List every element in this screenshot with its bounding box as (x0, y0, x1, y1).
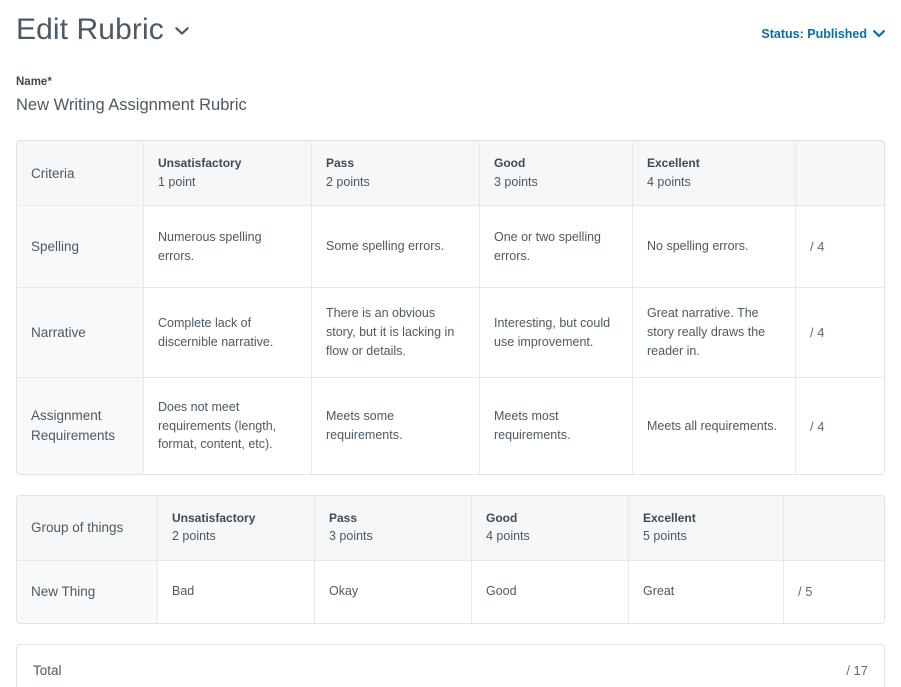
table-row: New Thing Bad Okay Good Great / 5 (17, 560, 884, 623)
criterion-label[interactable]: Spelling (17, 206, 144, 288)
rating-description[interactable]: One or two spelling errors. (480, 206, 633, 288)
criterion-label[interactable]: Narrative (17, 288, 144, 378)
header-rating-3: Good 4 points (472, 496, 629, 561)
rating-points: 3 points (494, 174, 538, 189)
header-rating-3: Good 3 points (480, 141, 633, 206)
table-row: Spelling Numerous spelling errors. Some … (17, 206, 884, 288)
rating-points: 4 points (647, 174, 691, 189)
row-score: / 4 (796, 288, 884, 378)
rating-points: 2 points (172, 529, 216, 544)
rubric-tables: Criteria Unsatisfactory 1 point Pass 2 p… (0, 118, 901, 687)
rating-description[interactable]: Bad (158, 560, 315, 623)
rating-description[interactable]: There is an obvious story, but it is lac… (312, 288, 480, 378)
rating-description[interactable]: Interesting, but could use improvement. (480, 288, 633, 378)
header-score (796, 141, 884, 206)
rating-description[interactable]: Numerous spelling errors. (144, 206, 312, 288)
rating-description[interactable]: Some spelling errors. (312, 206, 480, 288)
header-rating-1: Unsatisfactory 2 points (158, 496, 315, 561)
rating-points: 4 points (486, 529, 530, 544)
table-header-row: Criteria Unsatisfactory 1 point Pass 2 p… (17, 141, 884, 206)
rating-description[interactable]: Great (629, 560, 784, 623)
rating-name: Good (494, 156, 526, 171)
rating-description[interactable]: Great narrative. The story really draws … (633, 288, 796, 378)
header-criteria: Group of things (17, 496, 158, 561)
title-group: Edit Rubric (16, 12, 190, 48)
rubric-name-value[interactable]: New Writing Assignment Rubric (16, 92, 885, 118)
rating-description[interactable]: Meets some requirements. (312, 378, 480, 474)
rating-name: Good (486, 511, 518, 525)
chevron-down-icon (873, 30, 885, 38)
rating-description[interactable]: Meets all requirements. (633, 378, 796, 474)
page-title: Edit Rubric (16, 12, 164, 46)
rating-description[interactable]: No spelling errors. (633, 206, 796, 288)
rating-name: Pass (326, 156, 355, 171)
rating-points: 1 point (158, 174, 196, 189)
table-header-row: Group of things Unsatisfactory 2 points … (17, 496, 884, 561)
table-row: Narrative Complete lack of discernible n… (17, 288, 884, 378)
rating-points: 5 points (643, 529, 687, 544)
chevron-down-icon[interactable] (174, 23, 190, 39)
rating-name: Excellent (643, 511, 696, 525)
criterion-label[interactable]: New Thing (17, 560, 158, 623)
criterion-label[interactable]: Assignment Requirements (17, 378, 144, 474)
row-score: / 4 (796, 206, 884, 288)
rating-description[interactable]: Meets most requirements. (480, 378, 633, 474)
rating-name: Unsatisfactory (158, 156, 242, 171)
row-score: / 5 (784, 560, 884, 623)
rating-description[interactable]: Does not meet requirements (length, form… (144, 378, 312, 474)
rating-name: Pass (329, 511, 358, 525)
rubric-name-block: Name* New Writing Assignment Rubric (0, 62, 901, 118)
total-bar: Total / 17 (16, 643, 885, 687)
header-score (784, 496, 884, 561)
rating-name: Unsatisfactory (172, 511, 256, 525)
rating-description[interactable]: Good (472, 560, 629, 623)
header-criteria: Criteria (17, 141, 144, 206)
status-badge: Status: Published (761, 27, 867, 41)
rating-points: 3 points (329, 529, 373, 544)
row-score: / 4 (796, 378, 884, 474)
header-rating-2: Pass 2 points (312, 141, 480, 206)
header-rating-1: Unsatisfactory 1 point (144, 141, 312, 206)
rubric-name-label: Name* (16, 76, 52, 88)
page-header: Edit Rubric Status: Published (0, 0, 901, 62)
rating-description[interactable]: Okay (315, 560, 472, 623)
total-value: / 17 (846, 663, 868, 679)
total-label: Total (33, 663, 62, 679)
header-rating-4: Excellent 4 points (633, 141, 796, 206)
rating-points: 2 points (326, 174, 370, 189)
table-row: Assignment Requirements Does not meet re… (17, 378, 884, 474)
rubric-table-group: Group of things Unsatisfactory 2 points … (16, 495, 885, 624)
header-rating-2: Pass 3 points (315, 496, 472, 561)
status-published-link[interactable]: Status: Published (761, 27, 885, 41)
header-rating-4: Excellent 5 points (629, 496, 784, 561)
rubric-table-main: Criteria Unsatisfactory 1 point Pass 2 p… (16, 140, 885, 475)
rating-name: Excellent (647, 156, 700, 171)
rating-description[interactable]: Complete lack of discernible narrative. (144, 288, 312, 378)
